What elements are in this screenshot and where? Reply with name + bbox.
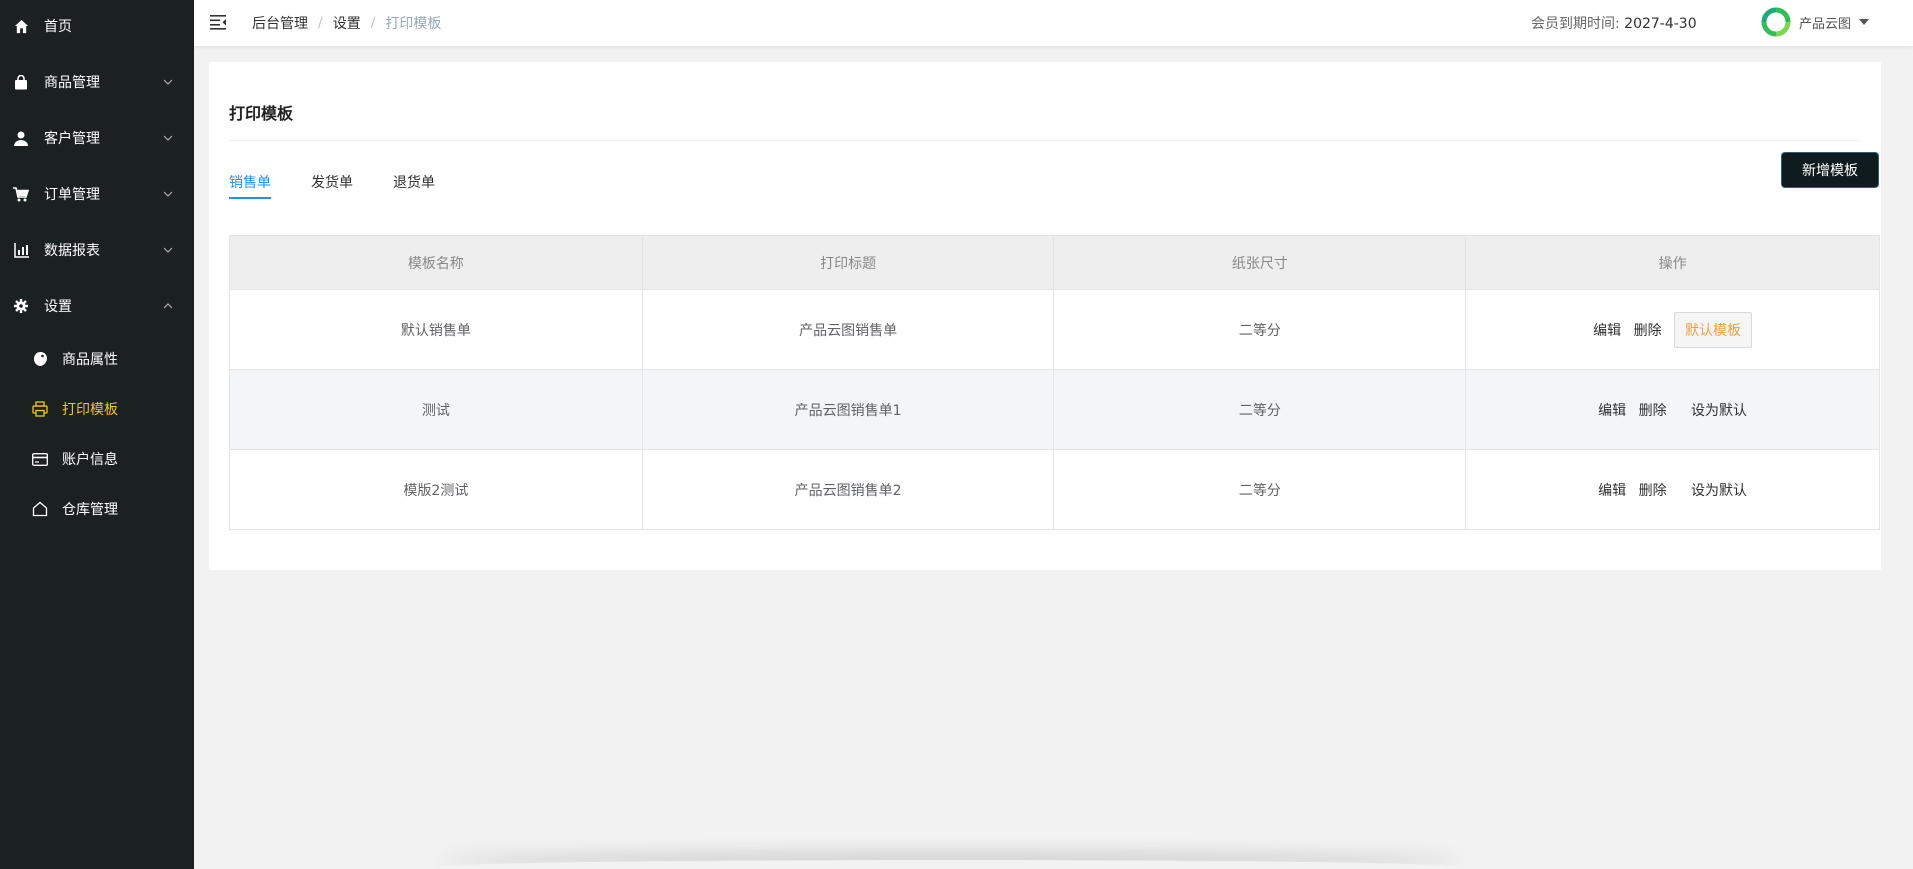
set-default-link[interactable]: 设为默认 bbox=[1691, 400, 1747, 420]
membership-date: 2027-4-30 bbox=[1624, 16, 1697, 32]
gear-icon bbox=[13, 298, 29, 314]
template-name: 默认销售单 bbox=[229, 289, 643, 370]
menu-item-home[interactable]: 首页 bbox=[0, 0, 194, 54]
submenu-label: 仓库管理 bbox=[62, 502, 118, 518]
template-name: 测试 bbox=[229, 369, 643, 450]
bag-icon bbox=[13, 74, 29, 90]
default-template-tag: 默认模板 bbox=[1674, 311, 1753, 348]
menu-item-products[interactable]: 商品管理 bbox=[0, 54, 194, 110]
membership-expiry: 会员到期时间: 2027-4-30 bbox=[1531, 13, 1697, 33]
user-icon bbox=[13, 130, 29, 146]
edit-link[interactable]: 编辑 bbox=[1598, 480, 1626, 500]
chevron-up-icon bbox=[163, 303, 173, 309]
tab-active-indicator bbox=[229, 197, 271, 199]
breadcrumb: 后台管理 / 设置 / 打印模板 bbox=[252, 13, 442, 33]
menu-label: 数据报表 bbox=[44, 243, 100, 259]
submenu-label: 商品属性 bbox=[62, 352, 118, 368]
print-title: 产品云图销售单2 bbox=[641, 449, 1055, 530]
submenu-item-account-info[interactable]: 账户信息 bbox=[0, 434, 194, 484]
print-template-card: 打印模板 销售单 发货单 退货单 新增模板 模板名称 打印标题 纸张尺寸 操作 … bbox=[209, 62, 1881, 570]
print-title: 产品云图销售单1 bbox=[641, 369, 1055, 450]
submenu-label: 账户信息 bbox=[62, 452, 118, 468]
menu-item-orders[interactable]: 订单管理 bbox=[0, 166, 194, 222]
delete-link[interactable]: 删除 bbox=[1634, 320, 1662, 340]
column-header: 模板名称 bbox=[229, 235, 643, 290]
edit-link[interactable]: 编辑 bbox=[1598, 400, 1626, 420]
delete-link[interactable]: 删除 bbox=[1639, 480, 1667, 500]
chevron-down-icon bbox=[163, 247, 173, 253]
breadcrumb-item[interactable]: 后台管理 bbox=[252, 13, 308, 33]
row-actions: 编辑 删除 设为默认 bbox=[1465, 369, 1880, 450]
column-header: 纸张尺寸 bbox=[1053, 235, 1467, 290]
user-name: 产品云图 bbox=[1799, 16, 1852, 32]
delete-link[interactable]: 删除 bbox=[1639, 400, 1667, 420]
menu-item-settings[interactable]: 设置 bbox=[0, 278, 194, 334]
menu-label: 设置 bbox=[44, 299, 72, 315]
menu-item-customers[interactable]: 客户管理 bbox=[0, 110, 194, 166]
submenu-item-product-attributes[interactable]: 商品属性 bbox=[0, 334, 194, 384]
membership-label: 会员到期时间: bbox=[1531, 16, 1620, 32]
row-actions: 编辑 删除 设为默认 bbox=[1465, 449, 1880, 530]
submenu-item-print-templates[interactable]: 打印模板 bbox=[0, 384, 194, 434]
caret-down-icon bbox=[1859, 19, 1870, 25]
template-name: 模版2测试 bbox=[229, 449, 643, 530]
table-header-row: 模板名称 打印标题 纸张尺寸 操作 bbox=[229, 235, 1880, 290]
print-title: 产品云图销售单 bbox=[641, 289, 1055, 370]
page-title: 打印模板 bbox=[229, 104, 294, 123]
chevron-down-icon bbox=[163, 135, 173, 141]
menu-label: 客户管理 bbox=[44, 131, 100, 147]
breadcrumb-item[interactable]: 设置 bbox=[333, 13, 361, 33]
tab-delivery-order[interactable]: 发货单 bbox=[311, 172, 353, 192]
menu-label: 首页 bbox=[44, 19, 72, 35]
chart-icon bbox=[13, 242, 29, 258]
cart-icon bbox=[13, 186, 29, 202]
submenu-label: 打印模板 bbox=[62, 402, 118, 418]
bottom-shadow bbox=[440, 860, 1460, 869]
paper-size: 二等分 bbox=[1053, 369, 1467, 450]
chevron-down-icon bbox=[163, 79, 173, 85]
home-icon bbox=[13, 18, 29, 34]
row-actions: 编辑 删除 默认模板 bbox=[1465, 289, 1880, 370]
menu-label: 订单管理 bbox=[44, 187, 100, 203]
edit-link[interactable]: 编辑 bbox=[1593, 320, 1621, 340]
column-header: 打印标题 bbox=[641, 235, 1055, 290]
menu-label: 商品管理 bbox=[44, 75, 100, 91]
template-table: 模板名称 打印标题 纸张尺寸 操作 默认销售单 产品云图销售单 二等分 编辑 删… bbox=[229, 235, 1880, 530]
warehouse-icon bbox=[31, 500, 49, 518]
menu-item-reports[interactable]: 数据报表 bbox=[0, 222, 194, 278]
paper-size: 二等分 bbox=[1053, 449, 1467, 530]
submenu-item-warehouse[interactable]: 仓库管理 bbox=[0, 484, 194, 534]
tab-sales-order[interactable]: 销售单 bbox=[229, 172, 271, 192]
brand-logo-icon bbox=[1761, 7, 1791, 37]
column-header: 操作 bbox=[1465, 235, 1880, 290]
printer-icon bbox=[31, 400, 49, 418]
top-header: 后台管理 / 设置 / 打印模板 会员到期时间: 2027-4-30 产品云图 bbox=[194, 0, 1913, 46]
breadcrumb-item-current: 打印模板 bbox=[385, 16, 442, 32]
add-template-button[interactable]: 新增模板 bbox=[1781, 152, 1879, 188]
card-icon bbox=[31, 450, 49, 468]
sidebar: 首页 商品管理 客户管理 订单管理 数据报表 设置 商品属性 打印模板 账户信息… bbox=[0, 0, 194, 869]
table-row: 模版2测试 产品云图销售单2 二等分 编辑 删除 设为默认 bbox=[229, 449, 1880, 530]
table-row: 测试 产品云图销售单1 二等分 编辑 删除 设为默认 bbox=[229, 369, 1880, 450]
sidebar-toggle-icon[interactable] bbox=[210, 14, 228, 30]
paper-size: 二等分 bbox=[1053, 289, 1467, 370]
user-menu[interactable]: 产品云图 bbox=[1761, 5, 1870, 39]
table-row: 默认销售单 产品云图销售单 二等分 编辑 删除 默认模板 bbox=[229, 289, 1880, 370]
tag-icon bbox=[31, 350, 49, 368]
set-default-link[interactable]: 设为默认 bbox=[1691, 480, 1747, 500]
title-divider bbox=[229, 140, 1861, 141]
tab-return-order[interactable]: 退货单 bbox=[393, 172, 435, 192]
chevron-down-icon bbox=[163, 191, 173, 197]
